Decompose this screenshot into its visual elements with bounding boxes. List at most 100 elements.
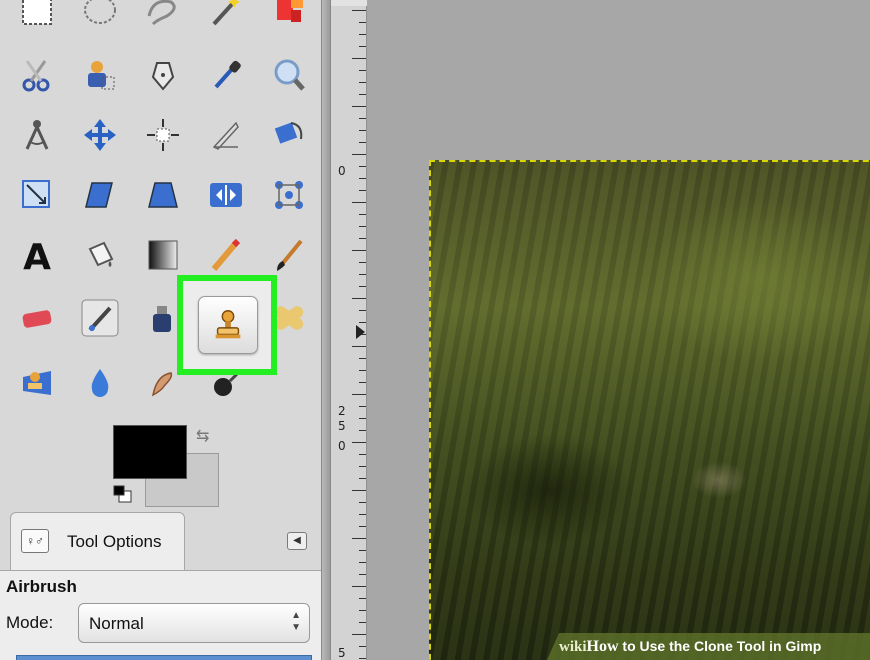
magic-wand-icon	[212, 0, 240, 26]
dashed-ellipse-icon	[84, 0, 116, 24]
ruler-label: 0	[338, 164, 346, 178]
panel-divider[interactable]	[321, 0, 331, 660]
ellipse-select-tool-button[interactable]	[77, 0, 123, 33]
text-tool-button[interactable]: A	[14, 232, 60, 278]
watermark-brand-wiki: wiki	[559, 639, 587, 655]
measure-tool-button[interactable]	[14, 112, 60, 158]
airbrush-icon	[81, 299, 119, 337]
svg-text:A: A	[23, 237, 51, 275]
blend-tool-button[interactable]	[140, 232, 186, 278]
rotate-icon	[274, 122, 303, 144]
magnifier-icon	[274, 59, 305, 91]
eraser-tool-button[interactable]	[14, 295, 60, 341]
shear-icon	[85, 182, 113, 208]
ruler-tick	[359, 178, 366, 179]
ruler-tick	[359, 514, 366, 515]
pencil-tool-button[interactable]	[203, 232, 249, 278]
zoom-tool-button[interactable]	[266, 52, 312, 98]
ruler-tick	[352, 106, 366, 107]
ruler-tick	[352, 490, 366, 491]
ruler-tick	[359, 526, 366, 527]
fuzzy-select-tool-button[interactable]	[203, 0, 249, 33]
color-picker-tool-button[interactable]	[203, 52, 249, 98]
ruler-tick	[359, 190, 366, 191]
crop-tool-button[interactable]	[203, 112, 249, 158]
eraser-icon	[22, 310, 52, 328]
cage-icon	[275, 181, 303, 209]
paint-bucket-icon	[88, 241, 114, 267]
pencil-icon	[211, 238, 241, 271]
ruler-tick	[352, 586, 366, 587]
ruler-tick	[359, 358, 366, 359]
ruler-tick	[359, 310, 366, 311]
clone-tool-button[interactable]	[198, 296, 258, 354]
color-select-icon	[277, 0, 303, 22]
ruler-tick	[359, 142, 366, 143]
compass-icon	[25, 120, 49, 150]
ruler-tick	[359, 238, 366, 239]
ruler-tick	[359, 430, 366, 431]
perspective-clone-tool-button[interactable]	[14, 360, 60, 406]
ruler-tick	[359, 610, 366, 611]
tool-options-title: Airbrush	[6, 577, 77, 596]
ruler-tick	[352, 58, 366, 59]
ruler-tick	[359, 214, 366, 215]
image-canvas[interactable]	[367, 0, 870, 660]
tool-options-panel: Airbrush Mode: Normal ▲ ▼	[0, 570, 321, 660]
ruler-tick	[352, 154, 366, 155]
ruler-tick	[359, 370, 366, 371]
perspective-icon	[148, 182, 178, 208]
paintbrush-tool-button[interactable]	[266, 232, 312, 278]
cage-transform-tool-button[interactable]	[266, 172, 312, 218]
ruler-label: 2	[338, 404, 346, 418]
ruler-tick	[359, 406, 366, 407]
rect-select-tool-button[interactable]	[14, 0, 60, 33]
ruler-label: 5	[338, 646, 346, 660]
foreground-color-swatch[interactable]	[113, 425, 187, 479]
ruler-label: 5	[338, 419, 346, 433]
ruler-tick	[359, 418, 366, 419]
tab-tool-options-label: Tool Options	[67, 532, 162, 551]
ruler-tick	[359, 46, 366, 47]
color-select-tool-button[interactable]	[266, 0, 312, 33]
flip-tool-button[interactable]	[203, 172, 249, 218]
panel-menu-button[interactable]: ◀	[287, 532, 307, 550]
tab-tool-options[interactable]: ♀♂ Tool Options	[10, 512, 185, 570]
person-select-icon	[88, 61, 115, 90]
move-tool-button[interactable]	[77, 112, 123, 158]
ruler-tick	[359, 454, 366, 455]
paintbrush-icon	[277, 239, 303, 271]
mode-select[interactable]: Normal ▲ ▼	[78, 603, 310, 643]
foreground-select-tool-button[interactable]	[77, 52, 123, 98]
align-tool-button[interactable]	[140, 112, 186, 158]
align-icon	[147, 119, 179, 151]
move-arrows-icon	[84, 119, 116, 151]
free-select-tool-button[interactable]	[140, 0, 186, 33]
reset-colors-icon[interactable]	[113, 485, 133, 503]
airbrush-tool-button[interactable]	[77, 295, 123, 341]
perspective-clone-icon	[23, 371, 51, 395]
opacity-slider[interactable]	[16, 655, 312, 660]
rotate-tool-button[interactable]	[266, 112, 312, 158]
clone-stamp-icon	[215, 310, 241, 339]
ruler-tick	[359, 550, 366, 551]
blur-sharpen-tool-button[interactable]	[77, 360, 123, 406]
toolbox-panel: A ⇆ ♀♂ Tool Options ◀ Airbrush Mode: Nor…	[0, 0, 321, 660]
crop-knife-icon	[212, 121, 239, 150]
ruler-tick	[352, 250, 366, 251]
ruler-tick	[359, 502, 366, 503]
shear-tool-button[interactable]	[77, 172, 123, 218]
ruler-tick	[359, 262, 366, 263]
ruler-tick	[352, 298, 366, 299]
ruler-tick	[359, 598, 366, 599]
ruler-tick	[359, 466, 366, 467]
scissors-select-tool-button[interactable]	[14, 52, 60, 98]
ruler-tick	[359, 34, 366, 35]
bucket-fill-tool-button[interactable]	[77, 232, 123, 278]
perspective-tool-button[interactable]	[140, 172, 186, 218]
wikihow-watermark: wikiHow to Use the Clone Tool in Gimp	[547, 633, 870, 660]
scale-tool-button[interactable]	[14, 172, 60, 218]
swap-colors-icon[interactable]: ⇆	[196, 426, 209, 446]
paths-tool-button[interactable]	[140, 52, 186, 98]
ruler-tick	[359, 658, 366, 659]
